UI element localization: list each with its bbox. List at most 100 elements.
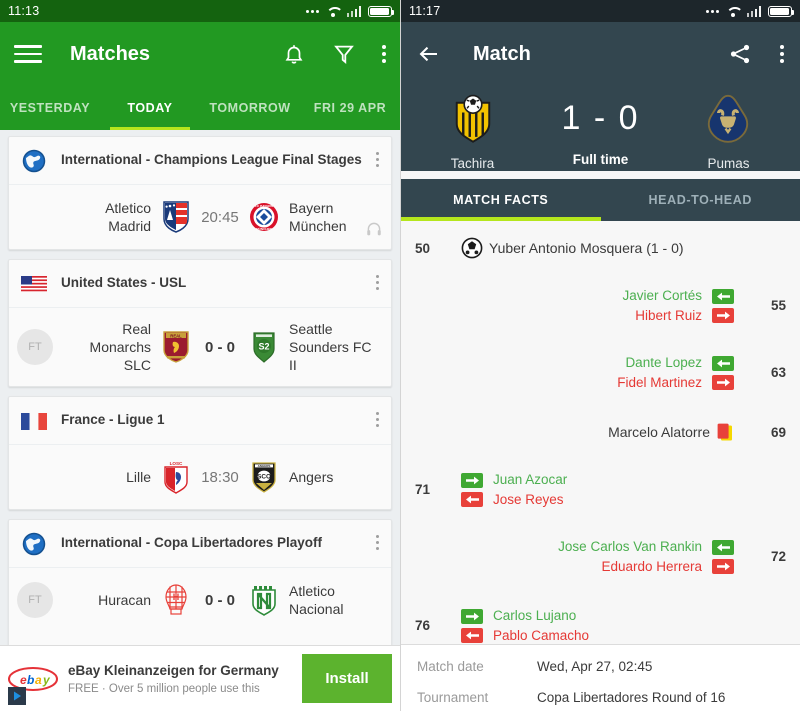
player-in: Carlos Lujano <box>493 608 577 623</box>
substitution-icons <box>712 355 734 390</box>
event-minute: 71 <box>415 482 431 497</box>
home-team-block[interactable]: Tachira <box>413 92 532 171</box>
card-overflow-icon[interactable] <box>376 408 379 427</box>
match-row[interactable]: FT Huracan H 0 - 0 Atletico Nacional <box>9 568 391 632</box>
match-events-list[interactable]: 50 Yuber Antonio Mosquera (1 - 0) Javier… <box>401 221 800 644</box>
hamburger-icon[interactable] <box>14 45 42 63</box>
ad-choices-icon[interactable] <box>8 686 26 710</box>
scoreboard: Tachira 1 - 0 Full time Pumas <box>401 86 800 171</box>
match-tabs: MATCH FACTS HEAD-TO-HEAD <box>401 179 800 221</box>
league-header: International - Copa Libertadores Playof… <box>9 520 391 567</box>
install-button[interactable]: Install <box>302 654 392 703</box>
tab-fri-29-apr[interactable]: FRI 29 APR <box>300 86 400 130</box>
event-substitution: 71 Juan Azocar Jose Reyes <box>401 461 800 518</box>
svg-text:ANGERS: ANGERS <box>258 464 271 468</box>
sub-out-arrow-icon <box>712 307 734 323</box>
tab-match-facts[interactable]: MATCH FACTS <box>401 179 601 221</box>
player-out: Fidel Martinez <box>617 375 702 390</box>
match-score: 1 - 0 <box>561 99 640 137</box>
tab-today[interactable]: TODAY <box>100 86 200 130</box>
ad-title: eBay Kleinanzeigen for Germany <box>68 663 279 678</box>
match-row[interactable]: Lille LOSC 18:30 ANGERS SCO Angers <box>9 445 391 509</box>
detail-label: Tournament <box>417 690 489 705</box>
svg-text:b: b <box>27 673 34 687</box>
match-appbar: Match <box>401 22 800 86</box>
away-team-name: Seattle Sounders FC II <box>289 321 372 373</box>
matches-list[interactable]: International - Champions League Final S… <box>0 130 400 645</box>
event-minute: 55 <box>770 298 786 313</box>
atletico-madrid-crest-icon <box>159 200 193 234</box>
league-name: United States - USL <box>61 275 187 290</box>
back-arrow-icon[interactable] <box>417 42 441 66</box>
notifications-bell-icon[interactable] <box>282 42 306 66</box>
globe-icon <box>21 148 47 174</box>
svg-text:SCO: SCO <box>257 474 271 481</box>
sub-in-arrow-icon <box>712 355 734 371</box>
away-team-block[interactable]: Pumas <box>669 92 788 171</box>
home-team-name: Atletico Madrid <box>105 200 151 234</box>
league-card[interactable]: United States - USL FT Real Monarchs SLC… <box>8 259 392 387</box>
ebay-logo-icon: e b a y <box>6 652 60 706</box>
sub-in-arrow-icon <box>461 472 483 488</box>
event-minute: 76 <box>415 618 431 633</box>
date-tabs: YESTERDAY TODAY TOMORROW FRI 29 APR <box>0 86 400 130</box>
match-detail-screen: 11:17 Match Tachira 1 - 0 Full time Puma… <box>400 0 800 711</box>
match-row[interactable]: FT Real Monarchs SLC REAL 0 - 0 S2 Seatt… <box>9 308 391 386</box>
substitution-names: Javier Cortés Hibert Ruiz <box>622 287 702 324</box>
matches-appbar: Matches <box>0 22 400 86</box>
league-card[interactable]: International - Champions League Final S… <box>8 136 392 250</box>
seattle-sounders-2-crest-icon: S2 <box>247 330 281 364</box>
league-header: United States - USL <box>9 260 391 307</box>
svg-text:y: y <box>42 673 51 687</box>
status-bar-time: 11:13 <box>8 4 40 18</box>
home-team-name: Lille <box>126 469 151 485</box>
match-row[interactable]: FT Tachira 1 - 0 <box>9 632 391 645</box>
league-card[interactable]: France - Ligue 1 Lille LOSC 18:30 ANGERS… <box>8 396 392 510</box>
home-team-name: Tachira <box>450 156 495 171</box>
ad-banner[interactable]: e b a y eBay Kleinanzeigen for Germany F… <box>0 645 400 711</box>
bayern-munchen-crest-icon: FC BAYERN MÜNCHEN <box>247 200 281 234</box>
substitution-names: Jose Carlos Van Rankin Eduardo Herrera <box>558 538 702 575</box>
match-row[interactable]: Atletico Madrid 20:45 FC BAYERN MÜNCHEN … <box>9 185 391 249</box>
player-out: Jose Reyes <box>493 492 564 507</box>
tab-tomorrow[interactable]: TOMORROW <box>200 86 300 130</box>
league-header: International - Champions League Final S… <box>9 137 391 184</box>
event-minute: 50 <box>415 240 431 256</box>
card-overflow-icon[interactable] <box>376 148 379 167</box>
card-overflow-icon[interactable] <box>376 271 379 290</box>
filter-funnel-icon[interactable] <box>332 42 356 66</box>
substitution-block: Juan Azocar Jose Reyes <box>461 465 581 514</box>
sub-out-arrow-icon <box>461 491 483 507</box>
sub-out-arrow-icon <box>712 558 734 574</box>
overflow-menu-icon[interactable] <box>780 45 784 63</box>
score-block: 1 - 0 Full time <box>532 92 669 167</box>
substitution-block: Javier Cortés Hibert Ruiz <box>608 281 736 330</box>
status-bar-icons <box>705 5 794 17</box>
detail-value: Copa Libertadores Round of 16 <box>537 690 726 705</box>
tab-yesterday[interactable]: YESTERDAY <box>0 86 100 130</box>
event-text: Yuber Antonio Mosquera (1 - 0) <box>489 240 684 256</box>
match-score: 0 - 0 <box>204 338 235 356</box>
wifi-icon <box>726 6 740 17</box>
headphones-icon[interactable] <box>365 220 383 243</box>
sub-in-arrow-icon <box>461 608 483 624</box>
svg-text:LOSC: LOSC <box>170 461 183 466</box>
share-icon[interactable] <box>728 42 752 66</box>
card-overflow-icon[interactable] <box>376 531 379 550</box>
tab-head-to-head[interactable]: HEAD-TO-HEAD <box>601 179 800 221</box>
league-name: International - Champions League Final S… <box>61 152 362 167</box>
detail-row: Tournament Copa Libertadores Round of 16 <box>401 680 800 711</box>
battery-icon <box>368 5 394 17</box>
svg-text:e: e <box>20 673 27 687</box>
svg-text:S2: S2 <box>258 342 269 352</box>
real-monarchs-crest-icon: REAL <box>159 330 193 364</box>
event-minute: 63 <box>770 365 786 380</box>
event-text: Marcelo Alatorre <box>608 424 710 440</box>
sub-out-arrow-icon <box>712 374 734 390</box>
appbar-actions <box>728 42 784 66</box>
appbar-actions <box>282 42 386 66</box>
substitution-block: Dante Lopez Fidel Martinez <box>603 348 736 397</box>
substitution-icons <box>461 472 483 507</box>
league-card[interactable]: International - Copa Libertadores Playof… <box>8 519 392 645</box>
overflow-menu-icon[interactable] <box>382 45 386 63</box>
